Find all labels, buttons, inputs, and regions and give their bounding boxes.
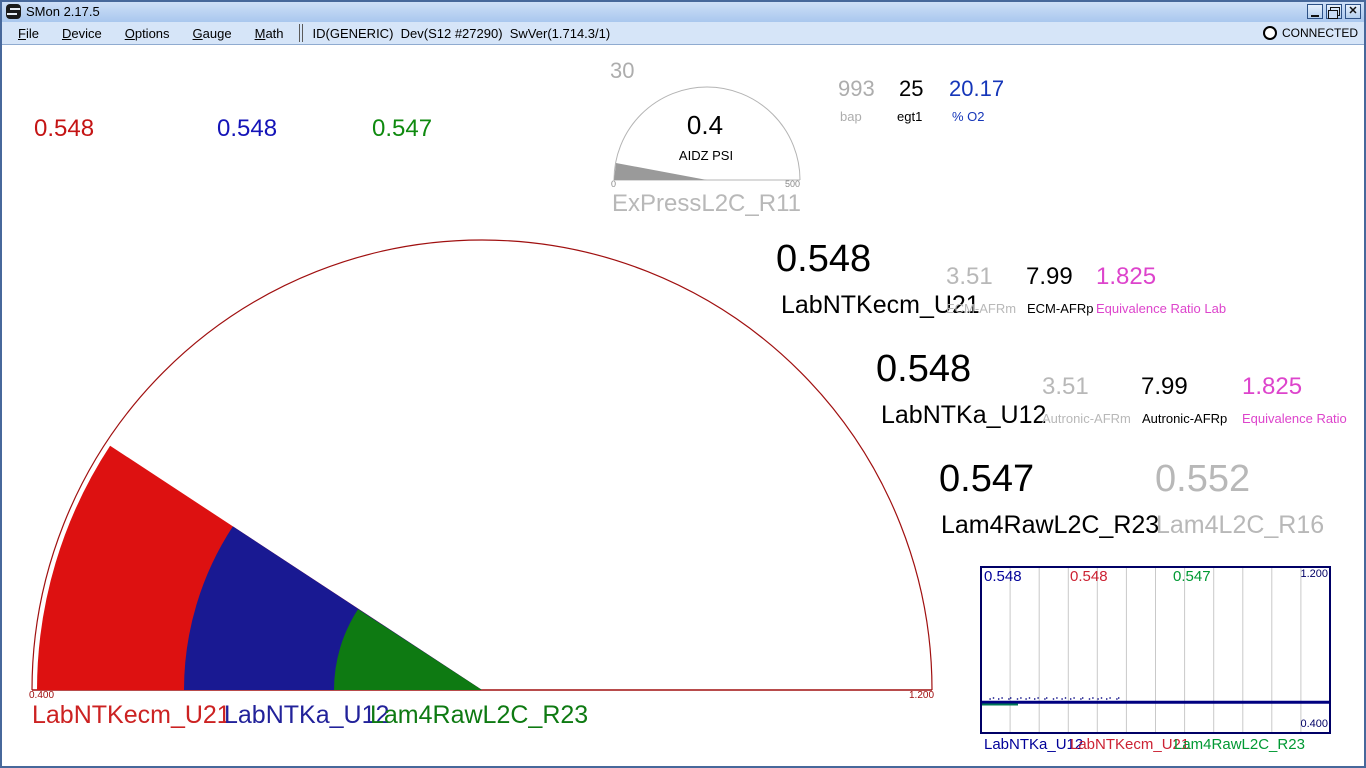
o2-label: % O2	[952, 109, 985, 124]
row2-afrp-label: Autronic-AFRp	[1142, 411, 1228, 426]
chart-value-labntkecm: 0.548	[1070, 568, 1108, 585]
row1-afrp-value: 7.99	[1026, 263, 1073, 290]
row1-eq-label: Equivalence Ratio Lab	[1096, 301, 1227, 316]
aidz-scale-min: 0	[611, 179, 617, 189]
aidz-unit-label: AIDZ PSI	[678, 148, 734, 163]
aidz-value: 0.4	[686, 110, 724, 140]
row3-value: 0.547	[939, 458, 1035, 500]
row1-afrm-label: ECM-AFRm	[946, 301, 1017, 316]
row2-eq-label: Equivalence Ratio	[1242, 411, 1347, 426]
lambda-gauge-legend-lam4: Lam4RawL2C_R23	[370, 701, 589, 729]
chart-legend-labntkecm: LabNTKecm_U21	[1070, 736, 1190, 753]
row2-afrm-label: Autronic-AFRm	[1042, 411, 1131, 426]
chart-legend-labntka: LabNTKa_U12	[984, 736, 1084, 753]
aidz-channel-label: ExPressL2C_R11	[612, 190, 801, 217]
chart-value-labntka: 0.548	[984, 568, 1022, 585]
row2-eq-value: 1.825	[1242, 373, 1303, 400]
chart-value-lam4raw: 0.547	[1173, 568, 1211, 585]
o2-value: 20.17	[949, 76, 1005, 101]
egt1-value: 25	[899, 76, 924, 101]
row3-name: Lam4RawL2C_R23	[941, 511, 1160, 539]
readout-lam4raw: 0.547	[372, 115, 433, 142]
row2-name: LabNTKa_U12	[881, 401, 1047, 429]
bap-value: 993	[838, 76, 875, 101]
row2-afrp-value: 7.99	[1141, 373, 1188, 400]
row3-alt-value: 0.552	[1155, 458, 1251, 500]
lambda-gauge-legend-ecm: LabNTKecm_U21	[32, 701, 231, 729]
aidz-peak-value: 30	[610, 58, 635, 83]
row1-afrm-value: 3.51	[946, 263, 993, 290]
row2-value: 0.548	[876, 348, 972, 390]
row2-afrm-value: 3.51	[1042, 373, 1089, 400]
bap-label: bap	[840, 109, 862, 124]
chart-ymax: 1.200	[1300, 568, 1328, 580]
lambda-needle-Lam4RawL2C_R23	[334, 609, 482, 690]
lambda-gauge-max: 1.200	[909, 690, 935, 701]
row3-alt-name: Lam4L2C_R16	[1156, 511, 1325, 539]
egt1-label: egt1	[897, 109, 923, 124]
smon-window: SMon 2.17.5 ✕ File Device Options Gauge …	[0, 0, 1366, 768]
aidz-scale-max: 500	[784, 179, 800, 189]
row1-eq-value: 1.825	[1096, 263, 1157, 290]
aidz-gauge-needle	[614, 163, 707, 180]
readout-labntkecm: 0.548	[34, 115, 95, 142]
chart-legend-lam4raw: Lam4RawL2C_R23	[1174, 736, 1305, 753]
lambda-gauge-needles	[37, 445, 482, 690]
row1-value: 0.548	[776, 238, 872, 280]
lambda-gauge-legend-autronic: LabNTKa_U12	[224, 701, 390, 729]
row1-afrp-label: ECM-AFRp	[1027, 301, 1094, 316]
lambda-gauge-min: 0.400	[29, 690, 55, 701]
readout-labntka: 0.548	[217, 115, 278, 142]
chart-ymin: 0.400	[1300, 718, 1328, 730]
